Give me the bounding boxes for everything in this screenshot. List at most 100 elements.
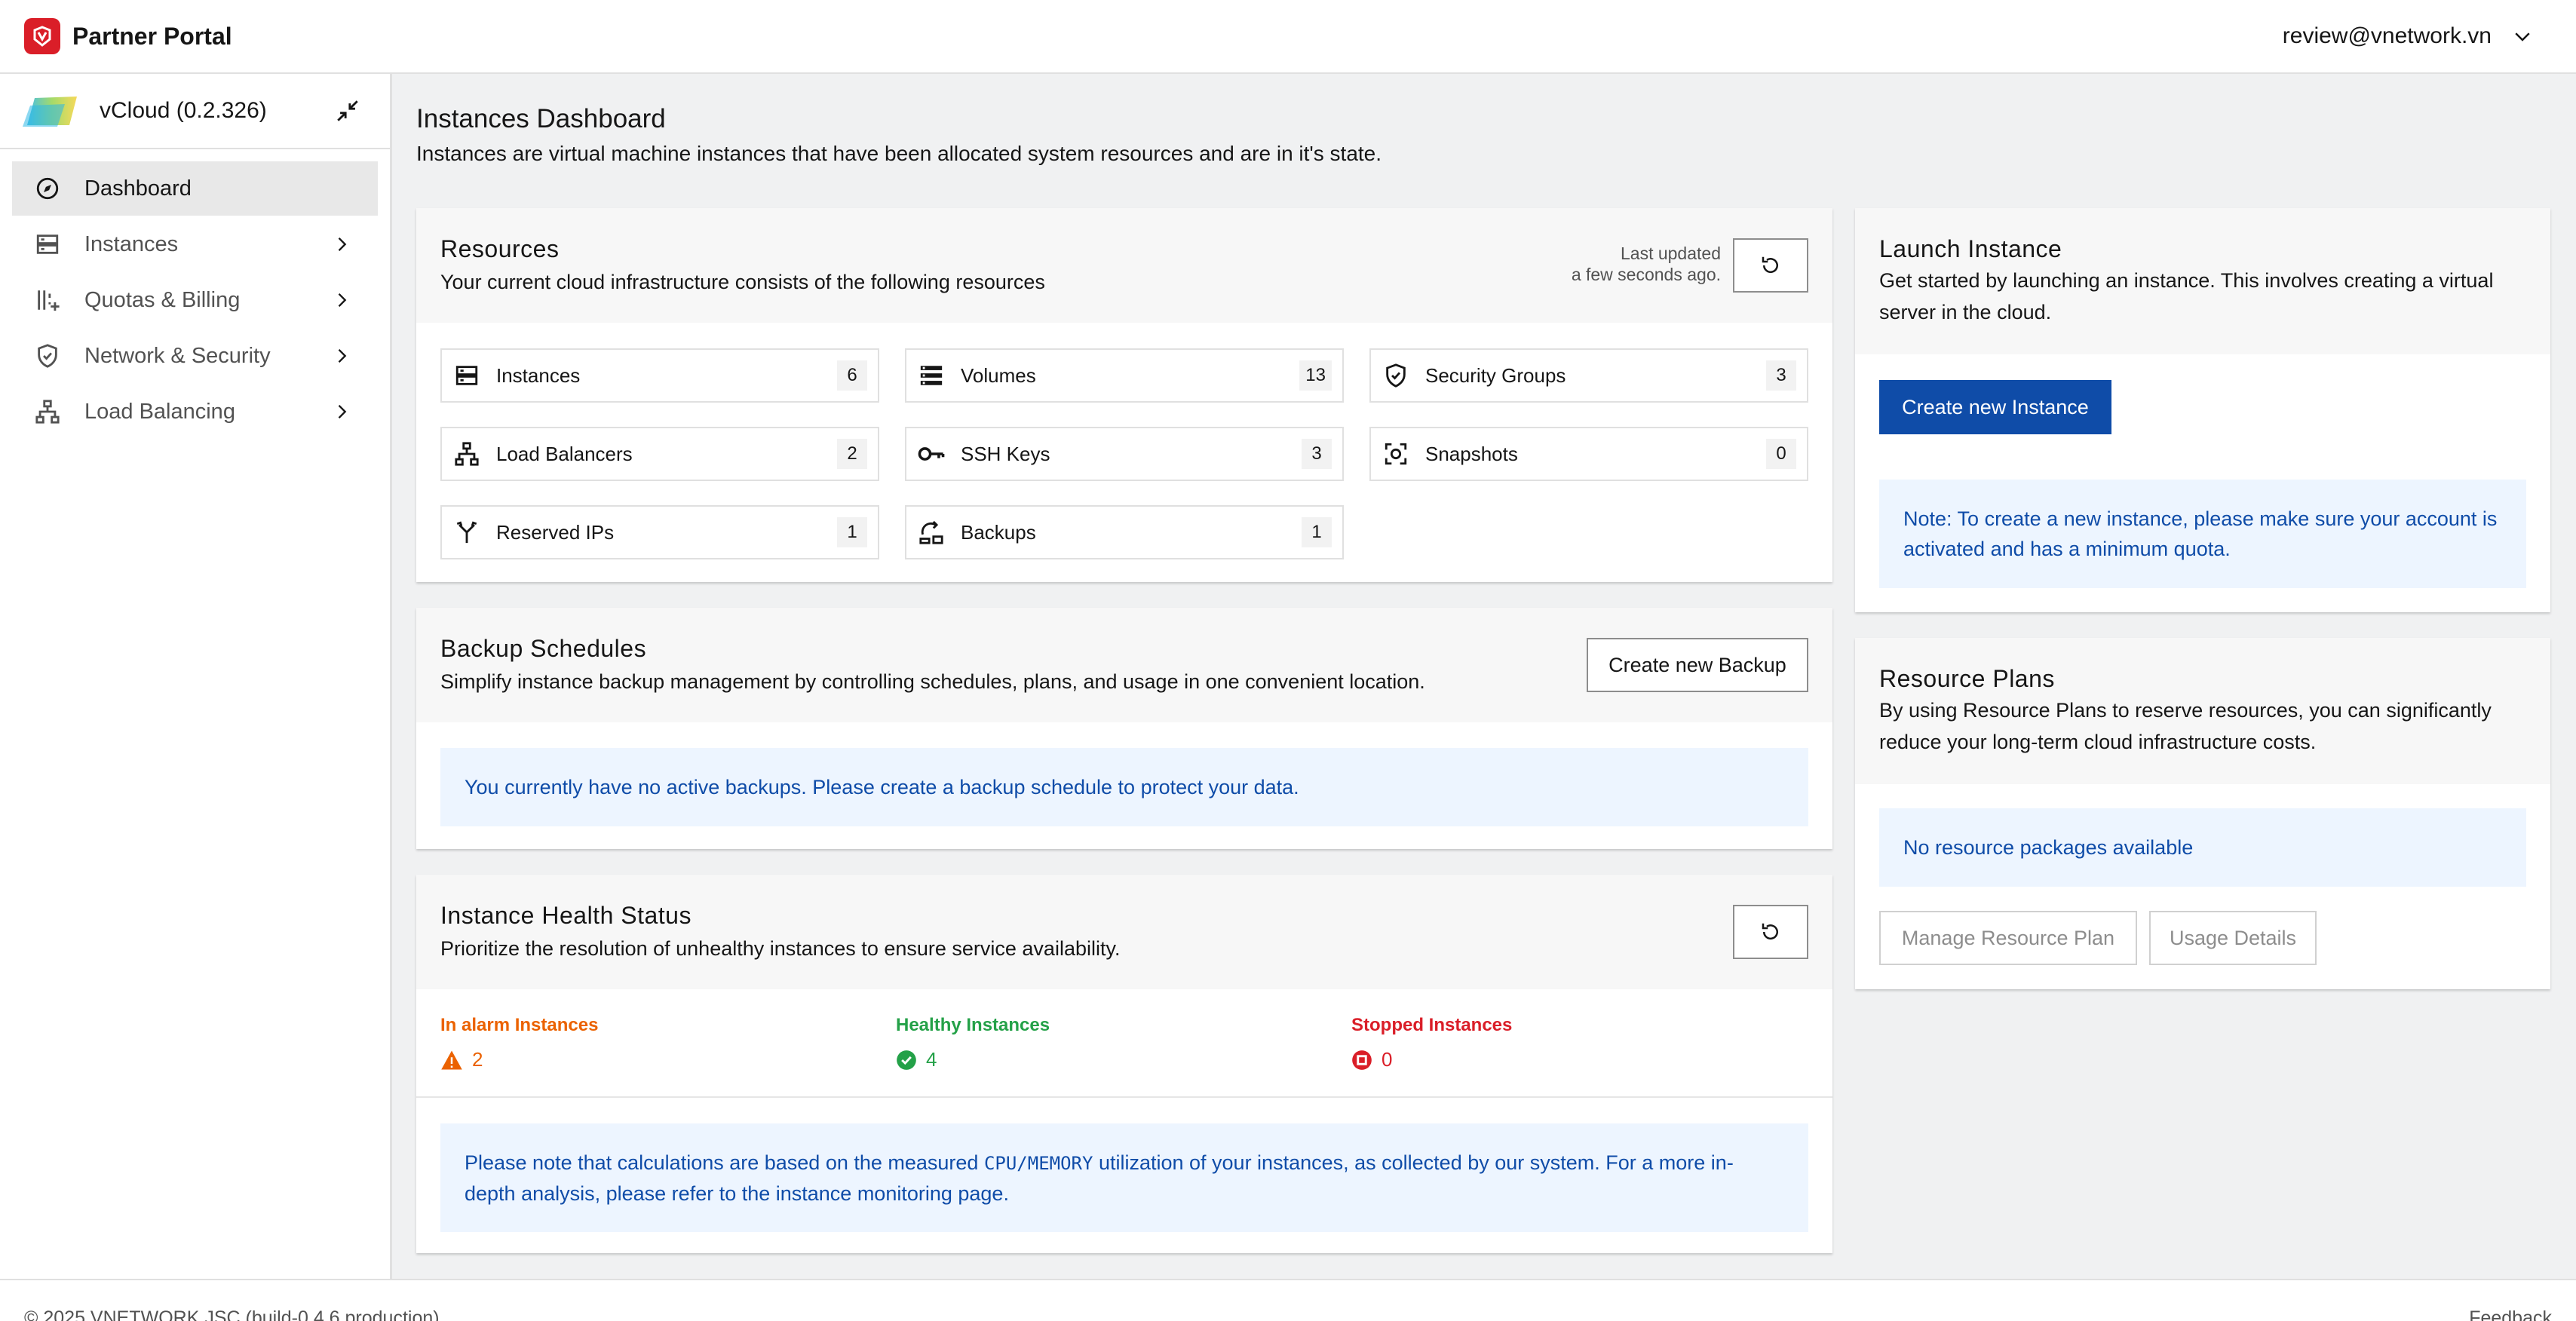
last-updated-value: a few seconds ago. — [1571, 265, 1721, 284]
sidebar-item-label: Quotas & Billing — [84, 287, 241, 312]
resource-tile-label: SSH Keys — [961, 442, 1050, 465]
fork-icon — [452, 518, 481, 547]
plans-note: No resource packages available — [1879, 808, 2526, 887]
health-note-text: Please note that calculations are based … — [465, 1148, 1784, 1209]
sidebar: vCloud (0.2.326) Dashboard Instances Quo… — [0, 74, 392, 1279]
compass-icon — [35, 175, 62, 202]
brand[interactable]: Partner Portal — [24, 18, 232, 54]
stopped-label: Stopped Instances — [1351, 1015, 1513, 1035]
collapse-sidebar-button[interactable] — [333, 96, 363, 126]
refresh-icon — [1762, 256, 1778, 274]
resource-tile-count: 1 — [837, 517, 867, 547]
chevron-down-icon — [2515, 32, 2530, 41]
feedback-link[interactable]: Feedback — [2469, 1307, 2552, 1321]
health-title: Instance Health Status — [440, 902, 692, 929]
resource-tile-count: 13 — [1299, 360, 1332, 391]
manage-resource-plan-button[interactable]: Manage Resource Plan — [1879, 911, 2137, 965]
create-instance-button[interactable]: Create new Instance — [1879, 380, 2111, 434]
health-note-code: CPU/MEMORY — [983, 1152, 1093, 1174]
check-circle-icon — [897, 1050, 916, 1070]
plans-note-text: No resource packages available — [1903, 836, 2194, 859]
sidebar-item-label: Load Balancing — [84, 399, 235, 424]
last-updated: Last updated a few seconds ago. — [1572, 243, 1721, 285]
resource-tile-count: 3 — [1766, 360, 1796, 391]
resource-tile-count: 6 — [837, 360, 867, 391]
instance-health-card: Instance Health Status Prioritize the re… — [416, 875, 1832, 1253]
resource-tile-label: Load Balancers — [496, 442, 633, 465]
resource-tile-instances[interactable]: Instances 6 — [440, 348, 879, 403]
footer: © 2025 VNETWORK JSC (build-0.4.6 product… — [0, 1279, 2576, 1321]
refresh-resources-button[interactable] — [1733, 238, 1808, 293]
plans-title: Resource Plans — [1879, 665, 2055, 692]
resource-tile-reserved-ips[interactable]: Reserved IPs 1 — [440, 505, 879, 559]
sidebar-item-instances[interactable]: Instances — [12, 217, 378, 271]
healthy-value: 4 — [926, 1048, 937, 1071]
launch-title: Launch Instance — [1879, 235, 2062, 262]
launch-note-text: Note: To create a new instance, please m… — [1903, 507, 2498, 560]
stop-circle-icon — [1352, 1050, 1372, 1070]
resource-tile-count: 0 — [1766, 439, 1796, 469]
backup-empty-note: You currently have no active backups. Pl… — [440, 748, 1808, 826]
refresh-health-button[interactable] — [1733, 905, 1808, 959]
health-card-header: Instance Health Status Prioritize the re… — [416, 875, 1832, 989]
healthy-value-row: 4 — [896, 1048, 1050, 1071]
backup-icon — [917, 518, 946, 547]
resource-tile-load-balancers[interactable]: Load Balancers 2 — [440, 427, 879, 481]
shield-icon — [35, 342, 62, 369]
resource-tile-label: Backups — [961, 520, 1036, 544]
alarm-value: 2 — [472, 1048, 483, 1071]
chevron-right-icon — [338, 293, 347, 307]
quota-icon — [35, 287, 62, 314]
resources-card-header: Resources Your current cloud infrastruct… — [416, 208, 1832, 323]
resource-plans-card: Resource Plans By using Resource Plans t… — [1855, 638, 2550, 989]
footer-copyright: © 2025 VNETWORK JSC (build-0.4.6 product… — [24, 1307, 440, 1321]
resource-tile-label: Security Groups — [1425, 363, 1566, 387]
chevron-right-icon — [338, 405, 347, 418]
health-stopped-stat[interactable]: Stopped Instances 0 — [1351, 1015, 1512, 1071]
sidebar-item-label: Dashboard — [84, 176, 192, 201]
sidebar-item-network-security[interactable]: Network & Security — [12, 329, 378, 383]
health-note-prefix: Please note that calculations are based … — [465, 1151, 984, 1174]
alarm-value-row: 2 — [440, 1048, 598, 1071]
resource-tile-label: Instances — [496, 363, 581, 387]
health-note: Please note that calculations are based … — [440, 1123, 1808, 1232]
create-backup-button[interactable]: Create new Backup — [1587, 638, 1808, 692]
server-icon — [452, 361, 481, 390]
server-icon — [35, 231, 62, 258]
sidebar-item-quotas-billing[interactable]: Quotas & Billing — [12, 273, 378, 327]
resource-tile-label: Volumes — [961, 363, 1036, 387]
refresh-icon — [1762, 923, 1778, 940]
vcloud-logo-icon — [23, 97, 77, 127]
user-email: review@vnetwork.vn — [2282, 23, 2492, 48]
user-menu[interactable]: review@vnetwork.vn — [2283, 23, 2534, 49]
stopped-value-row: 0 — [1351, 1048, 1512, 1071]
resources-card: Resources Your current cloud infrastruct… — [416, 208, 1832, 582]
usage-details-button[interactable]: Usage Details — [2149, 911, 2317, 965]
sidebar-item-load-balancing[interactable]: Load Balancing — [12, 385, 378, 439]
health-healthy-stat[interactable]: Healthy Instances 4 — [896, 1015, 1050, 1071]
resource-tile-count: 1 — [1302, 517, 1332, 547]
resource-tile-ssh-keys[interactable]: SSH Keys 3 — [905, 427, 1344, 481]
resource-tile-count: 2 — [837, 439, 867, 469]
health-subtitle: Prioritize the resolution of unhealthy i… — [440, 937, 1121, 960]
sidebar-nav: Dashboard Instances Quotas & Billing Net… — [0, 149, 390, 439]
top-header: Partner Portal review@vnetwork.vn — [0, 0, 2576, 74]
sidebar-header: vCloud (0.2.326) — [0, 74, 390, 149]
resource-tile-backups[interactable]: Backups 1 — [905, 505, 1344, 559]
collapse-icon — [337, 100, 358, 121]
sidebar-item-dashboard[interactable]: Dashboard — [12, 161, 378, 216]
resource-tile-security-groups[interactable]: Security Groups 3 — [1369, 348, 1808, 403]
launch-instance-card: Launch Instance Get started by launching… — [1855, 208, 2550, 612]
resource-tile-volumes[interactable]: Volumes 13 — [905, 348, 1344, 403]
plans-card-header: Resource Plans By using Resource Plans t… — [1855, 638, 2550, 784]
resource-tile-snapshots[interactable]: Snapshots 0 — [1369, 427, 1808, 481]
healthy-label: Healthy Instances — [896, 1015, 1050, 1035]
sidebar-item-label: Instances — [84, 231, 179, 256]
health-alarm-stat[interactable]: In alarm Instances 2 — [440, 1015, 598, 1071]
launch-note: Note: To create a new instance, please m… — [1879, 480, 2526, 588]
shield-check-icon — [1382, 361, 1410, 390]
launch-card-header: Launch Instance Get started by launching… — [1855, 208, 2550, 354]
backup-card-header: Backup Schedules Simplify instance backu… — [416, 608, 1832, 722]
sidebar-title: vCloud (0.2.326) — [100, 98, 267, 123]
load-balancer-icon — [452, 440, 481, 468]
